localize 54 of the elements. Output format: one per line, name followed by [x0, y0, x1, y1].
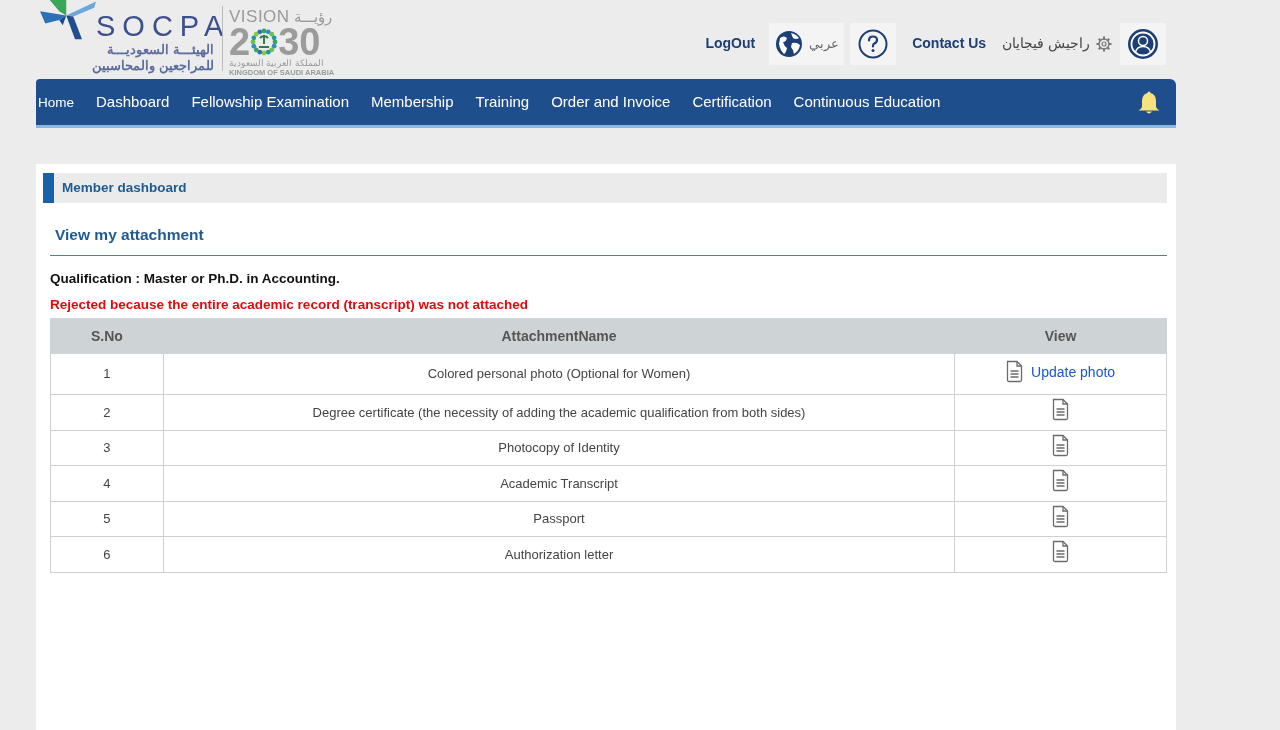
column-header: AttachmentName [163, 318, 955, 354]
panel-title: Member dashboard [62, 178, 187, 197]
contact-link[interactable]: Contact Us [912, 33, 987, 54]
document-icon[interactable] [1052, 469, 1070, 492]
avatar-icon [1128, 28, 1158, 59]
table-cell: 4 [50, 465, 164, 501]
user-name: راجيش فيجايان [1002, 34, 1090, 54]
vision-word: VISION [229, 7, 290, 25]
vision-arabic-caption: المملكة العربية السعودية [229, 58, 325, 68]
table-cell: Authorization letter [163, 536, 955, 572]
table-cell: 5 [50, 501, 164, 537]
document-icon [1006, 359, 1024, 383]
globe-icon [774, 29, 803, 58]
column-header: S.No [50, 318, 164, 354]
user-menu-link[interactable]: راجيش فيجايان [1002, 33, 1112, 54]
profile-button[interactable] [1120, 22, 1166, 65]
table-cell: Academic Transcript [163, 465, 955, 501]
language-button[interactable]: عربي [769, 22, 845, 65]
gear-icon [1096, 35, 1112, 52]
menu-item[interactable]: Training [475, 93, 530, 110]
emblem-ring-icon [250, 28, 279, 56]
menu-item[interactable]: Membership [371, 93, 454, 110]
document-icon[interactable] [1052, 504, 1070, 528]
menu-item[interactable]: Home [38, 95, 74, 110]
logo-tagline: للمراجعين والمحاسبين [92, 58, 214, 74]
table-cell: Photocopy of Identity [163, 430, 955, 466]
document-icon[interactable] [1052, 540, 1070, 563]
menu-item[interactable]: Certification [692, 93, 772, 110]
table-cell: 6 [50, 536, 164, 572]
rejection-message: Rejected because the entire academic record (transcript) was not attached [50, 296, 529, 313]
section-title: View my attachment [55, 225, 205, 245]
table-cell: Colored personal photo (Optional for Women) [163, 353, 955, 395]
help-icon [858, 28, 889, 59]
menu-item[interactable]: Continuous Education [793, 93, 941, 110]
document-icon[interactable] [1052, 398, 1070, 421]
logout-link[interactable]: LogOut [705, 33, 756, 54]
table-cell: Degree certificate (the necessity of adding the academic qualification from both sides) [163, 394, 955, 430]
logo-name: SOCPA [96, 12, 231, 41]
menu-item[interactable]: Order and Invoice [551, 93, 671, 110]
star-logo-icon [40, 0, 96, 42]
help-button[interactable] [850, 22, 897, 65]
menu-item[interactable]: Fellowship Examination [191, 93, 349, 110]
table-cell: 1 [50, 353, 164, 395]
year-digit: 2 [229, 23, 251, 61]
bell-icon[interactable] [1138, 89, 1160, 115]
document-icon[interactable] [1052, 433, 1070, 457]
table-cell: 2 [50, 394, 164, 430]
column-header: View [954, 318, 1167, 354]
vision-arabic-word: رؤيـــة [293, 8, 332, 24]
qualification-text: Qualification : Master or Ph.D. in Accounting. [50, 270, 341, 287]
menu-item[interactable]: Dashboard [96, 93, 170, 110]
table-cell: Passport [163, 501, 955, 537]
logo-tagline: الهيئـــة السعوديـــة [107, 42, 214, 58]
table-cell: 3 [50, 430, 164, 466]
